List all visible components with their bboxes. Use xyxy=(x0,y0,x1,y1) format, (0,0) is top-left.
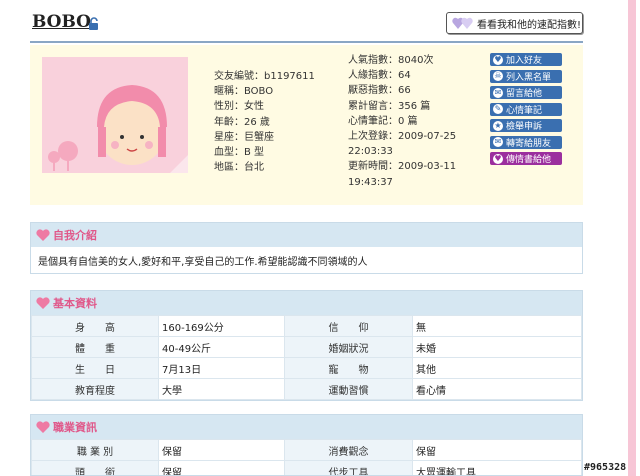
basic-data-title: 基本資料 xyxy=(31,291,582,315)
info-zodiac: 星座：巨蟹座 xyxy=(214,131,274,143)
stat-updated-time: 19:43:37 xyxy=(348,176,393,188)
mail-icon: ✉ xyxy=(493,137,503,147)
skull-icon: ☠ xyxy=(493,71,503,81)
info-member-id: 交友編號：b1197611 xyxy=(214,71,315,82)
table-row: 教育程度 大學 運動習慣 看心情 xyxy=(31,378,582,400)
match-button-label: 看看我和他的速配指數! xyxy=(477,19,582,31)
match-index-button[interactable]: 看看我和他的速配指數! xyxy=(446,12,583,34)
action-buttons: ♥ 加入好友 ☠ 列入黑名單 ✉ 留言給他 ✎ 心情筆記 ★ 檢舉申訴 ✉ 轉寄給朋友 ♥ 傳… xyxy=(490,53,562,169)
stat-last-login: 上次登錄：2009-07-25 xyxy=(348,131,457,143)
star-icon: ★ xyxy=(493,120,503,131)
job-info-table: 職 業 別保留 消費觀念 保留 頭 銜保留 代步工具 大眾運輸工具 xyxy=(31,439,582,475)
basic-data-section: 基本資料 身 高 160-169公分信 仰無 體 重 40-49公斤 婚姻狀況 未婚 生… xyxy=(30,290,583,401)
self-intro-text: 是個具有自信美的女人,愛好和平,享受自己的工作.希望能認識不同領域的人 xyxy=(31,247,582,273)
heart-icon xyxy=(36,297,50,309)
info-nickname: 暱稱：BOBO xyxy=(214,86,274,98)
lock-icon[interactable] xyxy=(87,17,101,31)
profile-header: BOBO 看看我和他的速配指數! xyxy=(30,8,583,42)
header-divider xyxy=(30,41,583,43)
add-friend-button[interactable]: ♥ 加入好友 xyxy=(490,53,562,66)
stat-popularity: 人氣指數：8040次 xyxy=(348,55,434,66)
info-gender: 性別：女性 xyxy=(214,101,264,113)
basic-info-list: 交友編號：b1197611 暱稱：BOBO 性別：女性 年齡：26 歲 星座：巨… xyxy=(214,69,315,175)
leave-message-button[interactable]: ✉ 留言給他 xyxy=(490,86,562,99)
stat-likability: 人緣指數：64 xyxy=(348,70,411,82)
mood-notes-button[interactable]: ✎ 心情筆記 xyxy=(490,102,562,116)
right-edge-bar xyxy=(628,0,636,476)
info-blood-type: 血型：B 型 xyxy=(214,147,265,159)
job-info-section: 職業資訊 職 業 別保留 消費觀念 保留 頭 銜保留 代步工具 大眾運輸工具 xyxy=(30,414,583,476)
pencil-icon: ✎ xyxy=(493,104,503,114)
stat-notes: 心情筆記：0 篇 xyxy=(348,115,418,127)
send-love-letter-button[interactable]: ♥ 傳情書給他 xyxy=(490,152,562,165)
table-row: 身 高 160-169公分信 仰無 xyxy=(31,315,582,337)
basic-data-table: 身 高 160-169公分信 仰無 體 重 40-49公斤 婚姻狀況 未婚 生 日 7月1… xyxy=(31,315,582,400)
table-row: 頭 銜保留 代步工具 大眾運輸工具 xyxy=(31,460,582,475)
stat-dislike: 厭惡指數：66 xyxy=(348,85,411,97)
username-title: BOBO xyxy=(32,12,91,32)
heart-icon xyxy=(36,229,50,241)
avatar[interactable] xyxy=(42,57,188,173)
job-info-title: 職業資訊 xyxy=(31,415,582,439)
heart-icon: ♥ xyxy=(493,54,503,65)
stat-last-login-time: 22:03:33 xyxy=(348,146,393,158)
report-button[interactable]: ★ 檢舉申訴 xyxy=(490,119,562,132)
self-intro-title: 自我介紹 xyxy=(31,223,582,247)
table-row: 體 重 40-49公斤 婚姻狀況 未婚 xyxy=(31,336,582,358)
love-letter-icon: ♥ xyxy=(493,153,503,164)
blacklist-button[interactable]: ☠ 列入黑名單 xyxy=(490,69,562,83)
hearts-icon xyxy=(452,17,473,29)
self-intro-section: 自我介紹 是個具有自信美的女人,愛好和平,享受自己的工作.希望能認識不同領域的人 xyxy=(30,222,583,274)
heart-icon xyxy=(36,421,50,433)
info-region: 地區：台北 xyxy=(214,162,264,174)
stat-messages: 累計留言：356 篇 xyxy=(348,100,431,112)
watermark-id: #965328 xyxy=(584,462,627,473)
profile-summary: 交友編號：b1197611 暱稱：BOBO 性別：女性 年齡：26 歲 星座：巨… xyxy=(30,45,583,205)
table-row: 生 日 7月13日寵 物其他 xyxy=(31,357,582,379)
stats-list: 人氣指數：8040次 人緣指數：64 厭惡指數：66 累計留言：356 篇 心情… xyxy=(348,53,456,190)
forward-to-friend-button[interactable]: ✉ 轉寄給朋友 xyxy=(490,135,562,149)
speech-bubble-icon: ✉ xyxy=(493,87,503,98)
stat-updated: 更新時間：2009-03-11 xyxy=(348,161,457,173)
table-row: 職 業 別保留 消費觀念 保留 xyxy=(31,439,582,461)
info-age: 年齡：26 歲 xyxy=(214,116,270,128)
